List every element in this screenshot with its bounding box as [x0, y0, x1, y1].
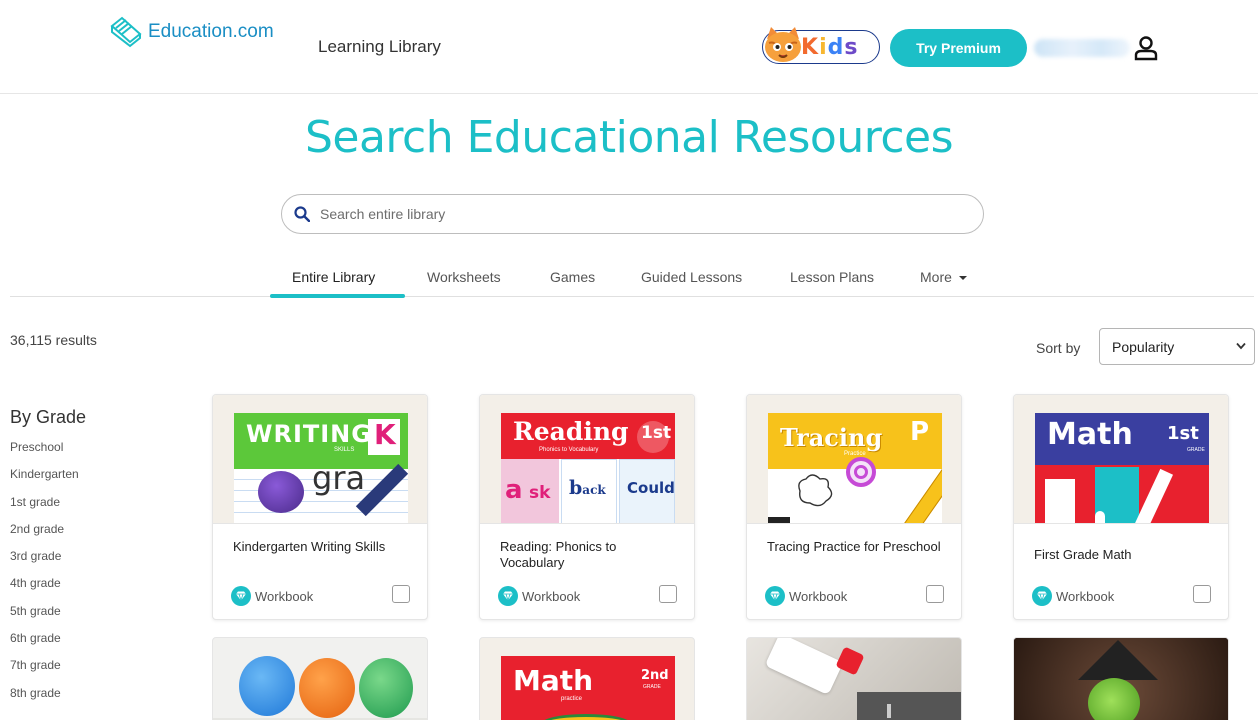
grade-filter-item[interactable]: Kindergarten	[10, 467, 79, 494]
card-thumbnail: Reading Phonics to Vocabulary 1st a sk b…	[480, 395, 694, 524]
cover-grade-badge: K	[374, 418, 396, 451]
cover-title: WRITING	[246, 420, 372, 448]
workbook-icon	[1032, 586, 1052, 606]
search-icon	[294, 206, 310, 222]
cover-grade-badge: 2nd	[641, 668, 669, 683]
account-name-blurred[interactable]	[1034, 39, 1130, 57]
cover-grade-badge: 1st	[641, 423, 672, 443]
cover-grade-badge: 1st	[1167, 423, 1199, 444]
grade-filter-list: Preschool Kindergarten 1st grade 2nd gra…	[10, 440, 79, 713]
cover-title: Tracing	[780, 423, 883, 452]
active-tab-indicator	[270, 294, 405, 298]
try-premium-button[interactable]: Try Premium	[890, 29, 1027, 67]
card-type-label: Workbook	[255, 588, 314, 604]
page-title: Search Educational Resources	[304, 112, 954, 163]
tab-worksheets[interactable]: Worksheets	[427, 269, 501, 285]
card-title[interactable]: Kindergarten Writing Skills	[233, 539, 408, 555]
card-select-checkbox[interactable]	[392, 585, 410, 603]
cover-grade-label: GRADE	[643, 684, 661, 690]
workbook-icon	[765, 586, 785, 606]
card-title[interactable]: Tracing Practice for Preschool	[767, 539, 942, 555]
workbook-cover-tracing: Tracing Practice P	[768, 413, 942, 523]
logo-icon	[110, 16, 142, 48]
resource-card[interactable]: Math 1st GRADE First Grade Math Workbook	[1013, 394, 1229, 620]
logo-text: Education.com	[148, 21, 274, 42]
cover-subtitle: Phonics to Vocabulary	[539, 447, 599, 453]
sort-select[interactable]: Popularity	[1099, 328, 1255, 365]
card-type-label: Workbook	[1056, 588, 1115, 604]
workbook-cover-reading: Reading Phonics to Vocabulary 1st a sk b…	[501, 413, 675, 523]
user-account-icon[interactable]	[1134, 35, 1158, 61]
kids-wordmark: Kids	[801, 34, 859, 60]
kids-link[interactable]: Kids	[762, 27, 880, 64]
caret-down-icon	[958, 276, 967, 280]
tab-entire-library[interactable]: Entire Library	[292, 269, 375, 285]
grade-filter-item[interactable]: 2nd grade	[10, 522, 79, 549]
tab-games[interactable]: Games	[550, 269, 595, 285]
card-title[interactable]: First Grade Math	[1034, 547, 1209, 563]
card-select-checkbox[interactable]	[1193, 585, 1211, 603]
chevron-down-icon	[1236, 342, 1246, 350]
search-bar[interactable]	[281, 194, 984, 234]
sort-label: Sort by	[1036, 340, 1081, 356]
resource-card[interactable]: Reading Phonics to Vocabulary 1st a sk b…	[479, 394, 695, 620]
grade-filter-item[interactable]: 7th grade	[10, 658, 79, 685]
site-header: Education.com Learning Library Kids Try …	[0, 0, 1258, 94]
card-type-label: Workbook	[522, 588, 581, 604]
resource-card-glue[interactable]	[746, 637, 962, 720]
card-type: Workbook	[765, 586, 847, 606]
grade-filter-item[interactable]: 6th grade	[10, 631, 79, 658]
kids-cat-icon	[765, 27, 801, 62]
tab-guided-lessons[interactable]: Guided Lessons	[641, 269, 742, 285]
site-logo[interactable]: Education.com	[108, 16, 274, 48]
results-count: 36,115 results	[10, 332, 97, 348]
resource-card-witch[interactable]	[1013, 637, 1229, 720]
grade-filter-item[interactable]: 4th grade	[10, 576, 79, 603]
tab-lesson-plans[interactable]: Lesson Plans	[790, 269, 874, 285]
resource-tabs: Entire Library Worksheets Games Guided L…	[10, 260, 1254, 298]
card-type: Workbook	[498, 586, 580, 606]
resource-card-balloons[interactable]	[212, 637, 428, 720]
workbook-icon	[498, 586, 518, 606]
card-select-checkbox[interactable]	[659, 585, 677, 603]
search-input[interactable]	[320, 206, 920, 222]
cover-title: Math	[1047, 417, 1133, 452]
workbook-icon	[231, 586, 251, 606]
grade-filter-item[interactable]: 3rd grade	[10, 549, 79, 576]
resource-card-math-2nd[interactable]: Math practice 2nd GRADE	[479, 637, 695, 720]
resource-card[interactable]: Tracing Practice P Tracing Practice for …	[746, 394, 962, 620]
cover-grade-badge: P	[910, 417, 930, 447]
workbook-cover-writing: WRITING SKILLS K gra	[234, 413, 408, 523]
sort-selected-value: Popularity	[1112, 338, 1175, 355]
card-thumbnail: Tracing Practice P	[747, 395, 961, 524]
card-type: Workbook	[231, 586, 313, 606]
card-thumbnail: WRITING SKILLS K gra	[213, 395, 427, 524]
cover-subtitle: SKILLS	[334, 447, 355, 453]
cover-subtitle: GRADE	[1187, 447, 1205, 453]
card-type: Workbook	[1032, 586, 1114, 606]
card-type-label: Workbook	[789, 588, 848, 604]
nav-learning-library[interactable]: Learning Library	[318, 37, 441, 57]
tab-more-label: More	[920, 269, 952, 285]
grade-filter-item[interactable]: 1st grade	[10, 495, 79, 522]
filter-heading-grade: By Grade	[10, 407, 87, 427]
card-title[interactable]: Reading: Phonics to Vocabulary	[500, 539, 675, 571]
resource-card[interactable]: WRITING SKILLS K gra Kindergarten Writin…	[212, 394, 428, 620]
card-select-checkbox[interactable]	[926, 585, 944, 603]
grade-filter-item[interactable]: 8th grade	[10, 686, 79, 713]
card-thumbnail: Math 1st GRADE	[1014, 395, 1228, 524]
tab-more[interactable]: More	[920, 269, 968, 285]
cover-title: Math	[513, 664, 594, 697]
workbook-cover-math: Math 1st GRADE	[1035, 413, 1209, 523]
cover-subtitle: practice	[561, 696, 583, 702]
grade-filter-item[interactable]: 5th grade	[10, 604, 79, 631]
cover-title: Reading	[513, 417, 629, 446]
workbook-cover-math-2: Math practice 2nd GRADE	[501, 656, 675, 720]
grade-filter-item[interactable]: Preschool	[10, 440, 79, 467]
